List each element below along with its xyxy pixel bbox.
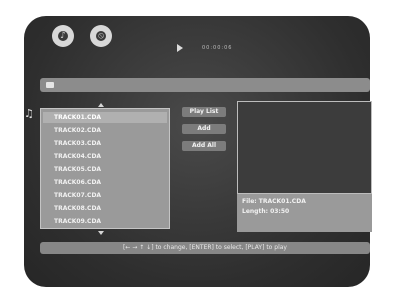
track-item[interactable]: TRACK03.CDA: [54, 140, 101, 147]
add-button[interactable]: Add: [182, 124, 226, 134]
hint-text: [← → ↑ ↓] to change, [ENTER] to select, …: [123, 244, 287, 251]
track-item[interactable]: TRACK04.CDA: [54, 153, 101, 160]
track-list[interactable]: TRACK01.CDA TRACK02.CDA TRACK03.CDA TRAC…: [40, 108, 170, 229]
prohibited-icon: ⦸: [96, 31, 106, 41]
music-note-small-icon: ♪: [58, 31, 68, 41]
scroll-up-arrow-icon[interactable]: [98, 103, 104, 107]
music-disc-icon[interactable]: ♪: [52, 25, 74, 47]
music-note-icon: ♫: [24, 107, 34, 120]
file-name-label: File: TRACK01.CDA: [242, 198, 306, 205]
track-item[interactable]: TRACK06.CDA: [54, 179, 101, 186]
folder-icon: [46, 82, 54, 88]
play-icon[interactable]: [177, 44, 183, 52]
folder-path-bar[interactable]: [40, 78, 370, 92]
file-length-label: Length: 03:50: [242, 208, 290, 215]
track-item[interactable]: TRACK02.CDA: [54, 127, 101, 134]
hint-bar: [← → ↑ ↓] to change, [ENTER] to select, …: [40, 242, 370, 254]
track-item[interactable]: TRACK09.CDA: [54, 218, 101, 225]
add-all-button[interactable]: Add All: [182, 141, 226, 151]
file-info-panel: File: TRACK01.CDA Length: 03:50: [237, 194, 372, 232]
track-item[interactable]: TRACK08.CDA: [54, 205, 101, 212]
elapsed-time: 00:00:06: [202, 45, 233, 51]
track-item[interactable]: TRACK05.CDA: [54, 166, 101, 173]
track-item[interactable]: TRACK01.CDA: [54, 114, 101, 121]
play-list-button[interactable]: Play List: [182, 107, 226, 117]
preview-panel: [237, 101, 372, 194]
scroll-down-arrow-icon[interactable]: [98, 231, 104, 235]
no-disc-icon[interactable]: ⦸: [90, 25, 112, 47]
track-item[interactable]: TRACK07.CDA: [54, 192, 101, 199]
